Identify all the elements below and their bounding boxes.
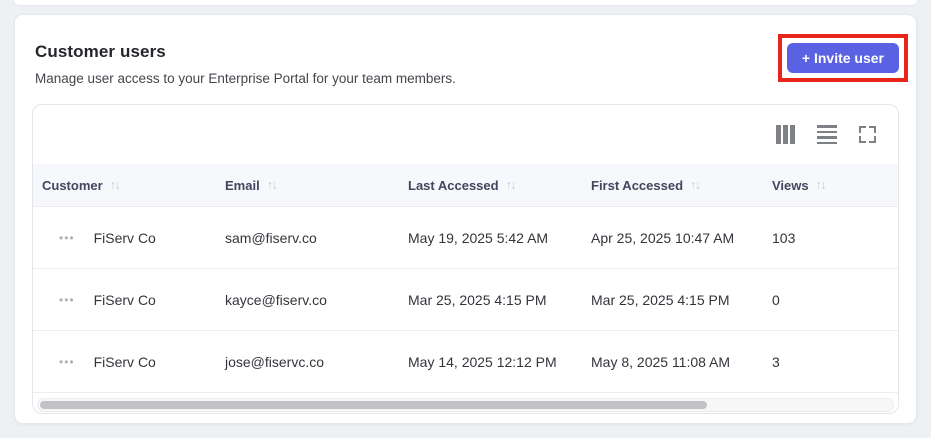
customer-cell: ••• FiServ Co bbox=[33, 230, 216, 246]
first-accessed-cell: May 8, 2025 11:08 AM bbox=[591, 353, 731, 370]
customer-cell: ••• FiServ Co bbox=[33, 292, 216, 308]
rows-icon[interactable] bbox=[817, 125, 837, 144]
email-cell: kayce@fiserv.co bbox=[225, 291, 327, 308]
table-toolbar bbox=[33, 105, 898, 164]
row-menu-icon[interactable]: ••• bbox=[59, 294, 75, 306]
horizontal-scroll-zone bbox=[33, 393, 898, 412]
customer-name: FiServ Co bbox=[93, 229, 156, 246]
table-row: ••• FiServ Co jose@fiservc.co May 14, 20… bbox=[33, 331, 898, 393]
column-header-label: Views bbox=[772, 177, 809, 193]
horizontal-scrollbar-thumb[interactable] bbox=[40, 401, 707, 409]
sort-icon[interactable]: ↑↓ bbox=[690, 178, 702, 192]
customer-name: FiServ Co bbox=[93, 353, 156, 370]
customer-users-card: Customer users Manage user access to you… bbox=[14, 14, 917, 424]
annotation-highlight: + Invite user bbox=[777, 34, 908, 82]
last-accessed-cell: May 14, 2025 12:12 PM bbox=[408, 353, 557, 370]
sort-icon[interactable]: ↑↓ bbox=[110, 178, 122, 192]
views-cell: 3 bbox=[772, 353, 780, 370]
column-header-label: First Accessed bbox=[591, 177, 684, 193]
column-header-email[interactable]: Email ↑↓ bbox=[216, 178, 399, 193]
column-header-last-accessed[interactable]: Last Accessed ↑↓ bbox=[399, 178, 582, 193]
email-cell: jose@fiservc.co bbox=[225, 353, 325, 370]
column-header-views[interactable]: Views ↑↓ bbox=[763, 178, 898, 193]
row-menu-icon[interactable]: ••• bbox=[59, 356, 75, 368]
invite-user-button[interactable]: + Invite user bbox=[786, 43, 899, 73]
views-cell: 103 bbox=[772, 229, 796, 246]
row-menu-icon[interactable]: ••• bbox=[59, 232, 75, 244]
table-header-row: Customer ↑↓ Email ↑↓ Last Accessed ↑↓ Fi… bbox=[33, 164, 898, 207]
sort-icon[interactable]: ↑↓ bbox=[506, 178, 518, 192]
column-header-first-accessed[interactable]: First Accessed ↑↓ bbox=[582, 178, 763, 193]
column-header-label: Email bbox=[225, 177, 260, 193]
column-header-customer[interactable]: Customer ↑↓ bbox=[33, 178, 216, 193]
previous-card-bottom-edge bbox=[14, 0, 917, 5]
first-accessed-cell: Mar 25, 2025 4:15 PM bbox=[591, 291, 730, 308]
table-row: ••• FiServ Co kayce@fiserv.co Mar 25, 20… bbox=[33, 269, 898, 331]
first-accessed-cell: Apr 25, 2025 10:47 AM bbox=[591, 229, 735, 246]
sort-icon[interactable]: ↑↓ bbox=[816, 178, 828, 192]
horizontal-scrollbar-track[interactable] bbox=[37, 398, 894, 412]
customer-name: FiServ Co bbox=[93, 291, 156, 308]
page-subtitle: Manage user access to your Enterprise Po… bbox=[35, 71, 456, 86]
last-accessed-cell: Mar 25, 2025 4:15 PM bbox=[408, 291, 547, 308]
views-cell: 0 bbox=[772, 291, 780, 308]
customer-cell: ••• FiServ Co bbox=[33, 354, 216, 370]
table-row: ••• FiServ Co sam@fiserv.co May 19, 2025… bbox=[33, 207, 898, 269]
column-header-label: Last Accessed bbox=[408, 177, 499, 193]
page-title: Customer users bbox=[35, 42, 166, 61]
email-cell: sam@fiserv.co bbox=[225, 229, 317, 246]
columns-icon[interactable] bbox=[776, 125, 795, 144]
last-accessed-cell: May 19, 2025 5:42 AM bbox=[408, 229, 549, 246]
users-table-panel: Customer ↑↓ Email ↑↓ Last Accessed ↑↓ Fi… bbox=[32, 104, 899, 414]
expand-icon[interactable] bbox=[859, 126, 876, 143]
column-header-label: Customer bbox=[42, 177, 103, 193]
sort-icon[interactable]: ↑↓ bbox=[267, 178, 279, 192]
